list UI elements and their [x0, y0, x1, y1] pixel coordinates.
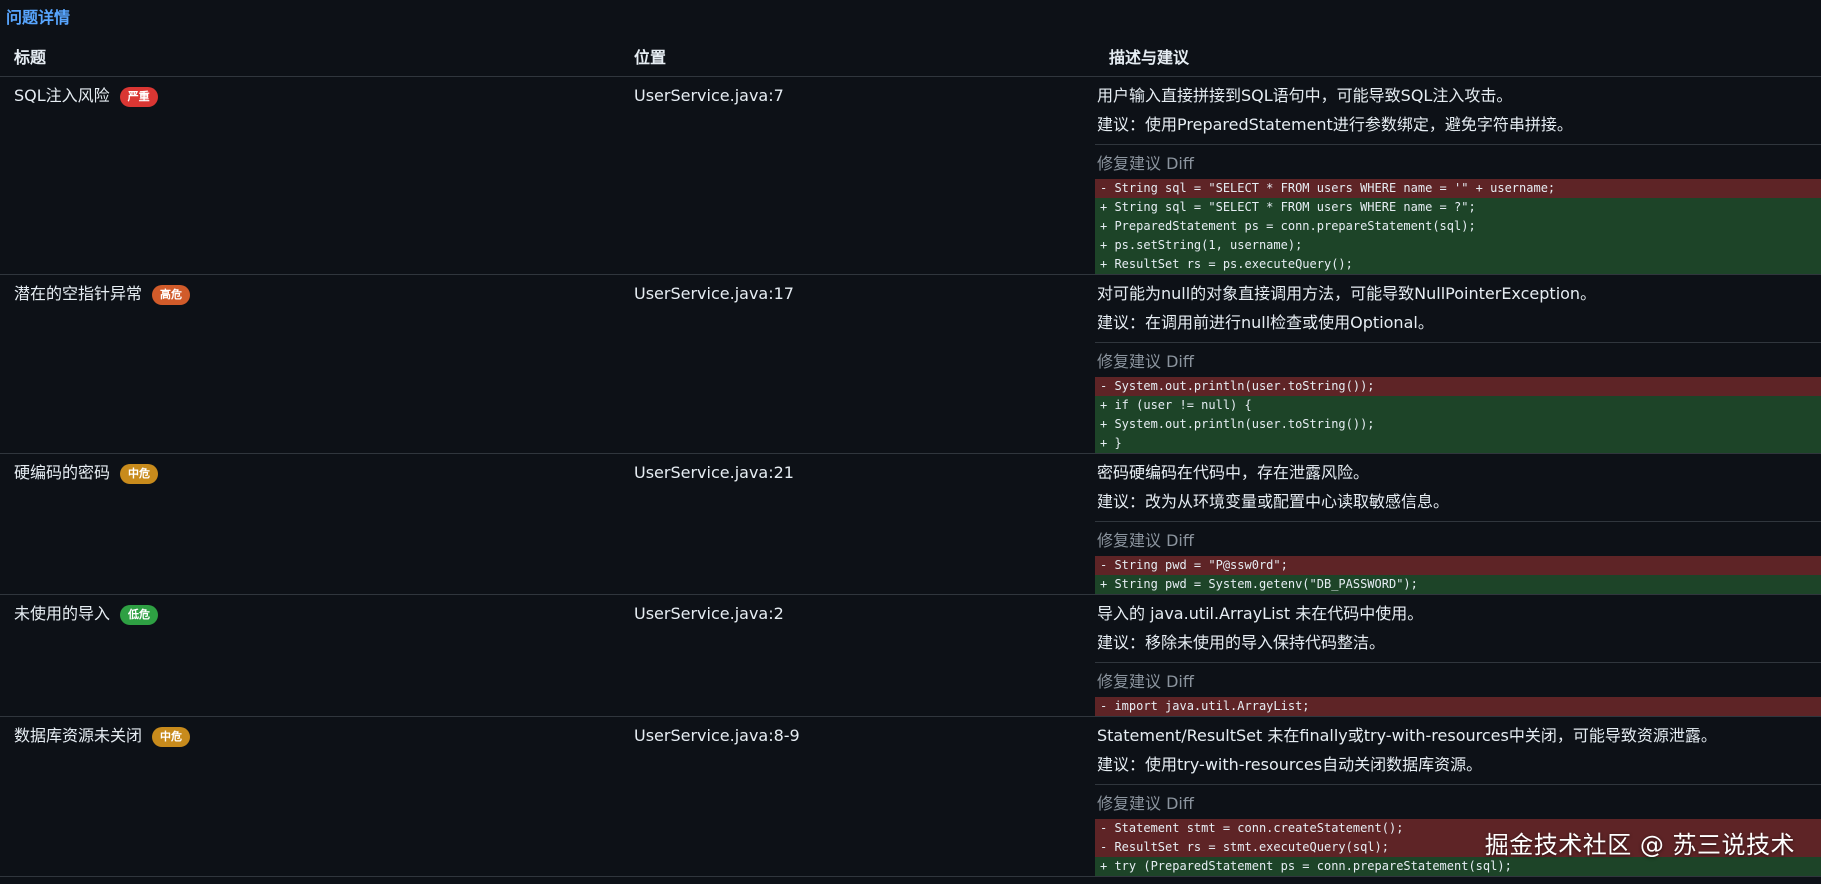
- column-header-description: 描述与建议: [1095, 42, 1821, 77]
- diff-line-added: + if (user != null) {: [1095, 396, 1821, 415]
- issue-suggestion: 建议：改为从环境变量或配置中心读取敏感信息。: [1097, 492, 1450, 511]
- table-row: SQL注入风险 严重 UserService.java:7 用户输入直接拼接到SQL语…: [0, 76, 1821, 275]
- table-header-row: 标题 位置 描述与建议: [0, 42, 1821, 77]
- issue-title: 未使用的导入: [14, 604, 111, 623]
- issue-title-cell: 数据库资源未关闭 中危: [0, 716, 620, 877]
- diff-line-removed: - System.out.println(user.toString());: [1095, 377, 1821, 396]
- issues-table: 标题 位置 描述与建议 SQL注入风险 严重 UserService.java:7 用…: [0, 42, 1821, 877]
- issue-title-cell: 硬编码的密码 中危: [0, 453, 620, 595]
- issue-description: 导入的 java.util.ArrayList 未在代码中使用。: [1097, 604, 1424, 623]
- issue-suggestion: 建议：使用PreparedStatement进行参数绑定，避免字符串拼接。: [1097, 115, 1573, 134]
- issue-suggestion: 建议：移除未使用的导入保持代码整洁。: [1097, 633, 1386, 652]
- issue-description-cell: 用户输入直接拼接到SQL语句中，可能导致SQL注入攻击。建议：使用Prepare…: [1095, 76, 1821, 275]
- issue-description: 密码硬编码在代码中，存在泄露风险。: [1097, 463, 1370, 482]
- diff-line-added: + }: [1095, 434, 1821, 453]
- table-row: 硬编码的密码 中危 UserService.java:21 密码硬编码在代码中，存在泄…: [0, 453, 1821, 595]
- diff-title: 修复建议 Diff: [1097, 154, 1194, 173]
- severity-badge: 严重: [119, 87, 158, 107]
- severity-badge: 高危: [152, 285, 191, 305]
- issue-title: SQL注入风险: [14, 86, 110, 105]
- diff-line-added: + ps.setString(1, username);: [1095, 236, 1821, 255]
- watermark: 掘金技术社区 @ 苏三说技术: [1484, 831, 1795, 859]
- issue-details-page: 问题详情 标题 位置 描述与建议 SQL注入风险 严重 UserService.ja…: [0, 0, 1821, 884]
- severity-badge: 中危: [152, 727, 191, 747]
- issue-description: 对可能为null的对象直接调用方法，可能导致NullPointerExcepti…: [1097, 284, 1597, 303]
- issue-suggestion: 建议：使用try-with-resources自动关闭数据库资源。: [1097, 755, 1483, 774]
- issue-title: 潜在的空指针异常: [14, 284, 143, 303]
- diff-title: 修复建议 Diff: [1097, 352, 1194, 371]
- issue-location: UserService.java:21: [620, 453, 1095, 595]
- diff-line-added: + String sql = "SELECT * FROM users WHER…: [1095, 198, 1821, 217]
- diff-line-added: + PreparedStatement ps = conn.prepareSta…: [1095, 217, 1821, 236]
- issue-title: 数据库资源未关闭: [14, 726, 143, 745]
- issue-location: UserService.java:2: [620, 594, 1095, 717]
- issue-description-cell: 对可能为null的对象直接调用方法，可能导致NullPointerExcepti…: [1095, 274, 1821, 454]
- diff-line-added: + System.out.println(user.toString());: [1095, 415, 1821, 434]
- diff-title: 修复建议 Diff: [1097, 672, 1194, 691]
- column-header-location: 位置: [620, 42, 1095, 77]
- issue-suggestion: 建议：在调用前进行null检查或使用Optional。: [1097, 313, 1434, 332]
- issue-description-cell: 密码硬编码在代码中，存在泄露风险。 建议：改为从环境变量或配置中心读取敏感信息。修…: [1095, 453, 1821, 595]
- issue-location: UserService.java:17: [620, 274, 1095, 454]
- diff-panel: 修复建议 Diff - String sql = "SELECT * FROM u…: [1095, 144, 1821, 274]
- column-header-title: 标题: [0, 42, 620, 77]
- issue-description: 用户输入直接拼接到SQL语句中，可能导致SQL注入攻击。: [1097, 86, 1513, 105]
- issue-title-cell: 未使用的导入 低危: [0, 594, 620, 717]
- diff-line-added: + String pwd = System.getenv("DB_PASSWOR…: [1095, 575, 1821, 594]
- diff-panel: 修复建议 Diff - String pwd = "P@ssw0rd"; + Str…: [1095, 521, 1821, 594]
- issue-title: 硬编码的密码: [14, 463, 111, 482]
- diff-title: 修复建议 Diff: [1097, 794, 1194, 813]
- issue-location: UserService.java:7: [620, 76, 1095, 275]
- issues-table-body: SQL注入风险 严重 UserService.java:7 用户输入直接拼接到SQL语…: [0, 76, 1821, 877]
- diff-panel: 修复建议 Diff - System.out.println(user.toStr…: [1095, 342, 1821, 453]
- diff-title: 修复建议 Diff: [1097, 531, 1194, 550]
- diff-line-removed: - String sql = "SELECT * FROM users WHER…: [1095, 179, 1821, 198]
- issue-title-cell: SQL注入风险 严重: [0, 76, 620, 275]
- issue-description: Statement/ResultSet 未在finally或try-with-r…: [1097, 726, 1717, 745]
- table-row: 潜在的空指针异常 高危 UserService.java:17 对可能为null的对象…: [0, 274, 1821, 454]
- severity-badge: 低危: [120, 605, 159, 625]
- issue-description-cell: 导入的 java.util.ArrayList 未在代码中使用。 建议：移除未使用…: [1095, 594, 1821, 717]
- severity-badge: 中危: [120, 464, 159, 484]
- diff-line-removed: - import java.util.ArrayList;: [1095, 697, 1821, 716]
- section-title[interactable]: 问题详情: [6, 6, 70, 30]
- diff-line-removed: - String pwd = "P@ssw0rd";: [1095, 556, 1821, 575]
- issue-title-cell: 潜在的空指针异常 高危: [0, 274, 620, 454]
- diff-panel: 修复建议 Diff - import java.util.ArrayList;: [1095, 662, 1821, 716]
- issue-location: UserService.java:8-9: [620, 716, 1095, 877]
- diff-line-added: + ResultSet rs = ps.executeQuery();: [1095, 255, 1821, 274]
- table-row: 未使用的导入 低危 UserService.java:2 导入的 java.util.…: [0, 594, 1821, 717]
